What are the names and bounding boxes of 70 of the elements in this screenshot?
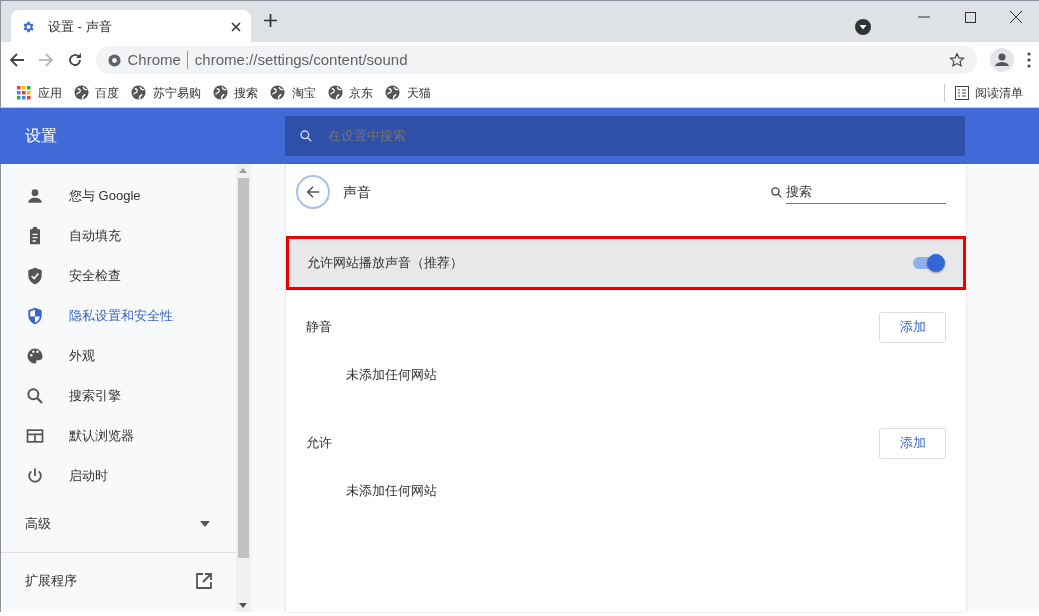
sidebar-item[interactable]: 外观: [1, 336, 236, 376]
bookmark-item[interactable]: 淘宝: [264, 83, 322, 102]
search-icon: [25, 386, 45, 406]
globe-icon: [385, 85, 400, 100]
sidebar-item[interactable]: 自动填充: [1, 216, 236, 256]
advanced-section-toggle[interactable]: 高级: [1, 504, 236, 544]
empty-list-text: 未添加任何网站: [345, 366, 438, 384]
maximize-icon[interactable]: [964, 11, 976, 23]
back-button[interactable]: [296, 175, 330, 209]
globe-icon: [131, 85, 146, 100]
tab-title: 设置 - 声音: [48, 17, 113, 36]
add-button[interactable]: 添加: [879, 311, 946, 343]
origin-label: Chrome: [127, 49, 181, 70]
caret-icon: [200, 521, 210, 527]
globe-icon: [327, 85, 343, 100]
scroll-down-icon[interactable]: [239, 603, 247, 608]
sound-toggle[interactable]: [913, 255, 945, 271]
browser-window-icon: [25, 426, 45, 446]
reading-list-button[interactable]: 阅读清单: [943, 83, 1029, 102]
browser-tab[interactable]: 设置 - 声音: [11, 10, 251, 43]
power-icon: [25, 466, 45, 486]
search-icon: [769, 185, 783, 199]
chrome-page-icon: [108, 53, 121, 67]
section-title: 允许: [306, 434, 333, 453]
shield-check-icon: [25, 266, 45, 286]
page-title: 声音: [343, 182, 372, 202]
gear-icon: [21, 19, 35, 34]
sidebar-item[interactable]: 您与 Google: [1, 176, 236, 216]
back-icon[interactable]: [9, 52, 25, 68]
profile-avatar-icon[interactable]: [990, 48, 1014, 72]
globe-icon: [73, 85, 89, 100]
address-bar[interactable]: Chrome chrome://settings/content/sound: [96, 46, 977, 74]
close-icon[interactable]: [1010, 11, 1022, 23]
url-text: chrome://settings/content/sound: [194, 49, 408, 70]
shield-icon: [25, 306, 45, 326]
settings-title: 设置: [25, 126, 58, 146]
close-icon[interactable]: [231, 21, 241, 32]
person-icon: [25, 186, 45, 206]
sidebar-item[interactable]: 启动时: [1, 456, 236, 496]
new-tab-icon[interactable]: [264, 14, 277, 27]
section-title: 静音: [306, 318, 333, 337]
bookmark-item[interactable]: 百度: [67, 83, 125, 102]
setting-label: 允许网站播放声音（推荐）: [307, 254, 464, 273]
open-external-icon: [196, 573, 212, 589]
extensions-link[interactable]: 扩展程序: [1, 561, 236, 601]
globe-icon: [270, 85, 285, 100]
sidebar-item[interactable]: 搜索引擎: [1, 376, 236, 416]
globe-icon: [212, 85, 228, 100]
bookmark-item[interactable]: 搜索: [206, 83, 264, 102]
bookmark-star-icon[interactable]: [949, 52, 965, 68]
bookmark-item[interactable]: 苏宁易购: [125, 83, 207, 102]
sidebar-item[interactable]: 安全检查: [1, 256, 236, 296]
bookmark-item[interactable]: 京东: [321, 83, 379, 102]
add-button[interactable]: 添加: [879, 427, 946, 459]
settings-search-box[interactable]: 在设置中搜索: [285, 116, 965, 156]
apps-grid-icon: [17, 85, 31, 100]
tab-search-icon[interactable]: [855, 19, 871, 35]
palette-icon: [25, 346, 45, 366]
search-icon: [299, 129, 313, 143]
reload-icon[interactable]: [67, 52, 83, 68]
bookmark-item[interactable]: 应用: [11, 83, 68, 102]
sidebar-item[interactable]: 隐私设置和安全性: [1, 296, 236, 336]
bookmark-item[interactable]: 天猫: [379, 83, 437, 102]
menu-icon[interactable]: [1027, 52, 1031, 68]
scrollbar-thumb[interactable]: [238, 178, 249, 558]
settings-search-field[interactable]: 在设置中搜索: [326, 125, 726, 147]
back-arrow-icon: [306, 185, 320, 199]
list-icon: [954, 85, 969, 100]
empty-list-text: 未添加任何网站: [345, 482, 438, 500]
sidebar-item[interactable]: 默认浏览器: [1, 416, 236, 456]
